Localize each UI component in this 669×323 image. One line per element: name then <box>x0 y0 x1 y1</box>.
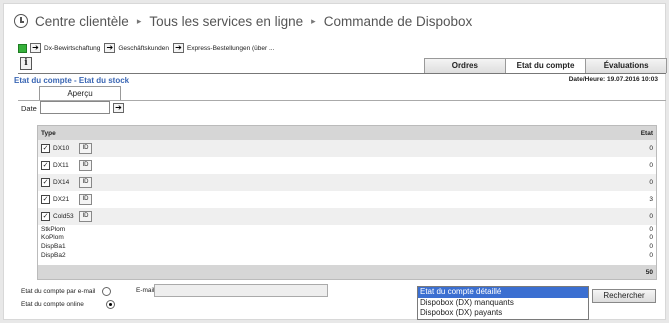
table-subrow: DispBa2 0 <box>38 251 656 260</box>
row-checkbox[interactable]: ✓ <box>41 195 50 204</box>
arrow-right-icon[interactable]: ➔ <box>30 43 41 53</box>
process-nav: ➔ Dx-Bewirtschaftung ➔ Geschäftskunden ➔… <box>18 42 278 54</box>
report-listbox[interactable]: Etat du compte détaillé Dispobox (DX) ma… <box>417 286 589 320</box>
row-checkbox[interactable]: ✓ <box>41 178 50 187</box>
id-button[interactable]: ID <box>79 194 92 205</box>
row-type: DX10 <box>53 145 70 152</box>
nav-item-geschaeftskunden[interactable]: Geschäftskunden <box>118 45 169 52</box>
id-button[interactable]: ID <box>79 177 92 188</box>
row-checkbox[interactable]: ✓ <box>41 161 50 170</box>
online-radio[interactable] <box>105 300 115 309</box>
table-row: ✓ DX10 ID 0 <box>38 140 656 157</box>
table-row: ✓ DX11 ID 0 <box>38 157 656 174</box>
nav-item-express-bestellungen[interactable]: Express-Bestellungen (über ... <box>187 45 274 52</box>
nav-item-dx-bewirtschaftung[interactable]: Dx-Bewirtschaftung <box>44 45 100 52</box>
listbox-option[interactable]: Etat du compte détaillé <box>418 287 588 298</box>
id-button[interactable]: ID <box>79 143 92 154</box>
search-button[interactable]: Rechercher <box>592 289 656 303</box>
row-type: DX11 <box>53 162 69 169</box>
row-type: DX21 <box>53 196 70 203</box>
date-label: Date <box>21 104 37 113</box>
listbox-option[interactable]: Dispobox (DX) manquants <box>418 298 588 309</box>
row-etat: 3 <box>649 196 653 203</box>
breadcrumb-item[interactable]: Centre clientèle <box>35 14 129 29</box>
table-row: ✓ DX14 ID 0 <box>38 174 656 191</box>
info-icon[interactable]: i <box>20 57 32 70</box>
column-etat: Etat <box>640 129 653 137</box>
tab-bar: Ordres Etat du compte Évaluations <box>424 58 668 74</box>
tab-divider <box>18 73 666 74</box>
table-row: ✓ Cold53 ID 0 <box>38 208 656 225</box>
stock-table: Type Etat ✓ DX10 ID 0 ✓ DX11 ID 0 ✓ DX14… <box>37 125 657 280</box>
row-etat: 0 <box>649 179 653 186</box>
table-subrow: StkPlom 0 <box>38 225 656 234</box>
subtab-divider <box>18 100 666 101</box>
breadcrumb-item[interactable]: Commande de Dispobox <box>324 14 473 29</box>
row-checkbox[interactable]: ✓ <box>41 144 50 153</box>
table-row: ✓ DX21 ID 3 <box>38 191 656 208</box>
clock-icon <box>14 14 28 28</box>
breadcrumb-item[interactable]: Tous les services en ligne <box>149 14 303 29</box>
datetime-label: Date/Heure: 19.07.2016 10:03 <box>568 76 658 83</box>
subrow-etat: 0 <box>649 242 653 250</box>
option-email: Etat du compte par e-mail <box>21 287 112 296</box>
arrow-right-icon[interactable]: ➔ <box>104 43 116 53</box>
row-type: DX14 <box>53 179 70 186</box>
arrow-right-icon[interactable]: ➔ <box>172 43 184 53</box>
breadcrumb-separator: ▸ <box>311 15 316 26</box>
column-type: Type <box>41 129 56 137</box>
email-field-label: E-mail <box>136 287 155 294</box>
tab-apercu[interactable]: Aperçu <box>39 86 121 100</box>
table-subrow: DispBa1 0 <box>38 242 656 251</box>
table-header: Type Etat <box>38 126 656 140</box>
table-footer: 50 <box>38 265 656 279</box>
subrow-etat: 0 <box>649 251 653 259</box>
subrow-type: StkPlom <box>41 225 66 233</box>
row-etat: 0 <box>649 145 653 152</box>
tab-etat-du-compte[interactable]: Etat du compte <box>504 58 587 74</box>
subrow-type: DispBa2 <box>41 251 66 259</box>
date-input[interactable] <box>40 101 110 114</box>
row-etat: 0 <box>649 162 653 169</box>
tab-evaluations[interactable]: Évaluations <box>585 58 668 73</box>
breadcrumb: Centre clientèle ▸ Tous les services en … <box>14 8 472 34</box>
table-subrow: KoPlom 0 <box>38 234 656 243</box>
subrow-etat: 0 <box>649 234 653 242</box>
row-checkbox[interactable]: ✓ <box>41 212 50 221</box>
breadcrumb-separator: ▸ <box>136 15 142 26</box>
subrow-type: DispBa1 <box>41 242 66 250</box>
subrow-type: KoPlom <box>41 234 64 242</box>
section-title: Etat du compte - Etat du stock <box>14 76 130 85</box>
option-online-label: Etat du compte online <box>21 301 84 308</box>
option-online: Etat du compte online <box>21 300 115 309</box>
page-frame: Centre clientèle ▸ Tous les services en … <box>3 3 668 320</box>
total-value: 50 <box>645 268 653 276</box>
email-field[interactable] <box>154 284 328 297</box>
email-radio[interactable] <box>102 287 112 296</box>
listbox-option[interactable]: Dispobox (DX) payants <box>418 308 588 319</box>
date-go-button[interactable]: ➔ <box>113 103 124 113</box>
subrow-etat: 0 <box>649 225 653 233</box>
row-type: Cold53 <box>53 213 74 220</box>
option-email-label: Etat du compte par e-mail <box>21 288 96 295</box>
active-step-indicator <box>18 43 27 53</box>
row-etat: 0 <box>649 213 653 220</box>
id-button[interactable]: ID <box>79 211 92 222</box>
id-button[interactable]: ID <box>79 160 92 171</box>
tab-ordres[interactable]: Ordres <box>424 58 506 73</box>
